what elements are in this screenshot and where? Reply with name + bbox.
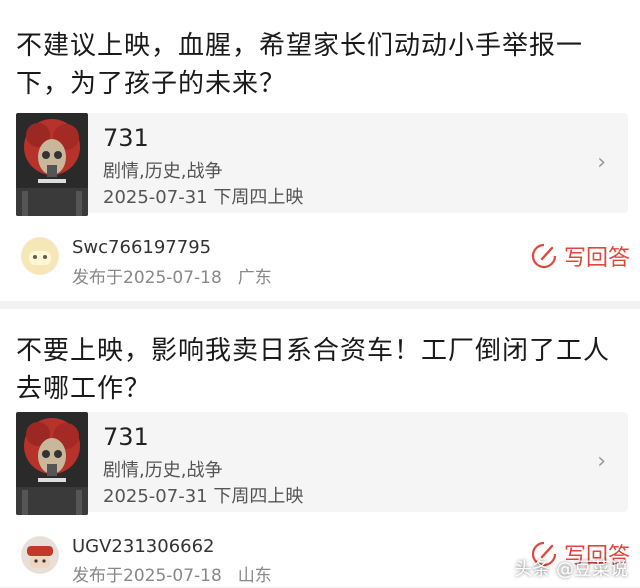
movie-poster <box>16 113 88 216</box>
question-text[interactable]: 不建议上映，血腥，希望家长们动动小手举报一下，为了孩子的未来？ <box>16 27 628 103</box>
write-answer-button[interactable]: 写回答 <box>530 240 630 272</box>
write-answer-label: 写回答 <box>563 246 630 271</box>
movie-poster <box>16 412 88 515</box>
movie-release-date: 2025-07-31 下周四上映 <box>103 486 304 507</box>
avatar[interactable] <box>21 536 59 574</box>
movie-genre: 剧情,历史,战争 <box>103 161 223 182</box>
post-date: 发布于2025-07-18 <box>72 566 222 586</box>
chevron-right-icon: › <box>597 150 606 175</box>
user-name[interactable]: Swc766197795 <box>72 236 211 260</box>
post-card: 不建议上映，血腥，希望家长们动动小手举报一下，为了孩子的未来？ 731 剧情,历… <box>0 0 640 301</box>
user-name[interactable]: UGV231306662 <box>72 535 215 559</box>
post-region: 山东 <box>237 566 272 586</box>
watermark: 头条 @豆菜说 <box>514 559 628 580</box>
pencil-circle-icon <box>531 243 557 269</box>
post-date: 发布于2025-07-18 <box>72 268 222 288</box>
movie-title: 731 <box>103 124 149 152</box>
movie-card[interactable]: 731 剧情,历史,战争 2025-07-31 下周四上映 › <box>16 113 628 216</box>
question-text[interactable]: 不要上映，影响我卖日系合资车！工厂倒闭了工人去哪工作？ <box>16 332 628 408</box>
post-card: 不要上映，影响我卖日系合资车！工厂倒闭了工人去哪工作？ 731 剧情,历史,战争… <box>0 309 640 587</box>
avatar[interactable] <box>21 237 59 275</box>
post-region: 广东 <box>237 268 272 288</box>
post-meta: 发布于2025-07-18 广东 <box>72 266 272 290</box>
movie-title: 731 <box>103 423 149 451</box>
chevron-right-icon: › <box>597 449 606 474</box>
movie-card[interactable]: 731 剧情,历史,战争 2025-07-31 下周四上映 › <box>16 412 628 515</box>
post-meta: 发布于2025-07-18 山东 <box>72 564 272 588</box>
movie-release-date: 2025-07-31 下周四上映 <box>103 187 304 208</box>
movie-genre: 剧情,历史,战争 <box>103 460 223 481</box>
